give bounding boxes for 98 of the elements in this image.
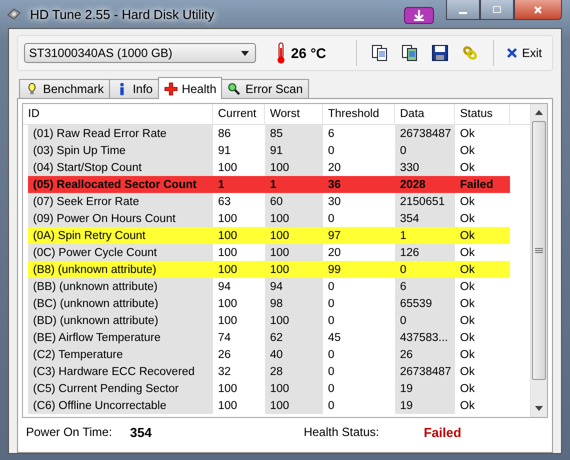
save-icon[interactable] [430, 44, 449, 62]
table-cell: (C6) Offline Uncorrectable [28, 397, 213, 414]
table-cell: (05) Reallocated Sector Count [28, 176, 213, 193]
cross-icon [506, 47, 518, 59]
table-cell: 28 [265, 363, 323, 380]
table-cell: 2028 [395, 176, 455, 193]
table-cell: 126 [395, 244, 455, 261]
table-cell: (BE) Airflow Temperature [28, 329, 213, 346]
column-header[interactable]: Threshold [323, 104, 395, 124]
scrollbar[interactable] [530, 104, 547, 417]
table-cell: 40 [265, 346, 323, 363]
table-cell: 19 [395, 397, 455, 414]
table-cell: 330 [395, 159, 455, 176]
table-cell: (07) Seek Error Rate [28, 193, 213, 210]
table-cell: 100 [265, 210, 323, 227]
scroll-up-icon[interactable] [535, 110, 543, 115]
power-on-value: 354 [130, 424, 152, 440]
close-button[interactable] [514, 0, 562, 20]
table-cell: (BB) (unknown attribute) [28, 278, 213, 295]
column-header[interactable]: Status [455, 104, 510, 124]
window-title: HD Tune 2.55 - Hard Disk Utility [30, 6, 214, 22]
table-cell: 36 [323, 176, 395, 193]
power-on-label: Power On Time: [26, 425, 114, 439]
table-cell: 26738487 [395, 125, 455, 142]
table-cell: 26 [395, 346, 455, 363]
column-header[interactable]: Current [213, 104, 265, 124]
table-cell: 100 [265, 312, 323, 329]
minimize-button[interactable] [446, 0, 480, 20]
exit-button[interactable]: Exit [502, 46, 546, 60]
table-cell: (C3) Hardware ECC Recovered [28, 363, 213, 380]
table-cell: (04) Start/Stop Count [28, 159, 213, 176]
table-cell: 60 [265, 193, 323, 210]
temperature-reading: 26 °C [291, 45, 326, 61]
table-cell: (B8) (unknown attribute) [28, 261, 213, 278]
table-cell: (01) Raw Read Error Rate [28, 125, 213, 142]
table-cell: 437583... [395, 329, 455, 346]
table-cell: 98 [265, 295, 323, 312]
health-status-label: Health Status: [304, 425, 380, 439]
scroll-down-icon[interactable] [535, 406, 543, 411]
table-cell: 26738487 [395, 363, 455, 380]
health-status-value: Failed [424, 424, 462, 440]
table-cell: 91 [265, 142, 323, 159]
table-cell: Failed [455, 176, 510, 193]
table-cell: 85 [265, 125, 323, 142]
table-cell: 100 [213, 261, 265, 278]
table-cell: (0A) Spin Retry Count [28, 227, 213, 244]
table-cell: (C5) Current Pending Sector [28, 380, 213, 397]
download-icon[interactable] [404, 7, 434, 24]
table-cell: 99 [323, 261, 395, 278]
table-cell: (BD) (unknown attribute) [28, 312, 213, 329]
grip-icon [535, 248, 543, 254]
copy-icon[interactable] [370, 44, 389, 62]
table-cell: 0 [395, 142, 455, 159]
table-cell: (09) Power On Hours Count [28, 210, 213, 227]
table-cell: 2150651 [395, 193, 455, 210]
tab[interactable]: Benchmark [19, 79, 110, 98]
table-cell: 19 [395, 380, 455, 397]
table-cell: 100 [265, 159, 323, 176]
table-cell: 100 [213, 227, 265, 244]
table-cell: (03) Spin Up Time [28, 142, 213, 159]
table-cell: 100 [265, 227, 323, 244]
maximize-icon [492, 4, 502, 14]
caret-icon [241, 50, 249, 56]
table-cell: (C2) Temperature [28, 346, 213, 363]
tab[interactable]: Info [108, 79, 159, 98]
table-cell: 62 [265, 329, 323, 346]
copy-all-icon[interactable] [400, 44, 419, 62]
table-cell: 100 [265, 261, 323, 278]
table-cell: 65539 [395, 295, 455, 312]
column-header[interactable]: Worst [265, 104, 323, 124]
table-cell: 1 [395, 227, 455, 244]
table-cell: 100 [265, 380, 323, 397]
drive-dropdown[interactable]: ST31000340AS (1000 GB) [24, 43, 256, 63]
cross-icon [164, 82, 178, 96]
minimize-icon [459, 12, 467, 14]
column-header[interactable]: Data [395, 104, 455, 124]
magnifier-icon [227, 82, 242, 96]
table-cell: Ok [455, 261, 510, 278]
table-cell: 100 [265, 244, 323, 261]
table-cell: 94 [265, 278, 323, 295]
table-cell: 1 [265, 176, 323, 193]
maximize-button[interactable] [480, 0, 514, 20]
table-cell: (0C) Power Cycle Count [28, 244, 213, 261]
table-cell: 6 [395, 278, 455, 295]
tab[interactable]: Error Scan [221, 79, 309, 98]
table-cell: Ok [455, 227, 510, 244]
close-icon [533, 4, 543, 14]
table-cell: (BC) (unknown attribute) [28, 295, 213, 312]
app-icon [6, 6, 22, 22]
column-header[interactable]: ID [23, 104, 213, 124]
table-cell: 100 [265, 397, 323, 414]
tab[interactable]: Health [158, 77, 222, 99]
table-cell: 1 [213, 176, 265, 193]
table-cell: 97 [323, 227, 395, 244]
table-cell: 0 [395, 312, 455, 329]
table-cell: 354 [395, 210, 455, 227]
table-cell: 0 [395, 261, 455, 278]
thermometer-icon [276, 42, 286, 64]
